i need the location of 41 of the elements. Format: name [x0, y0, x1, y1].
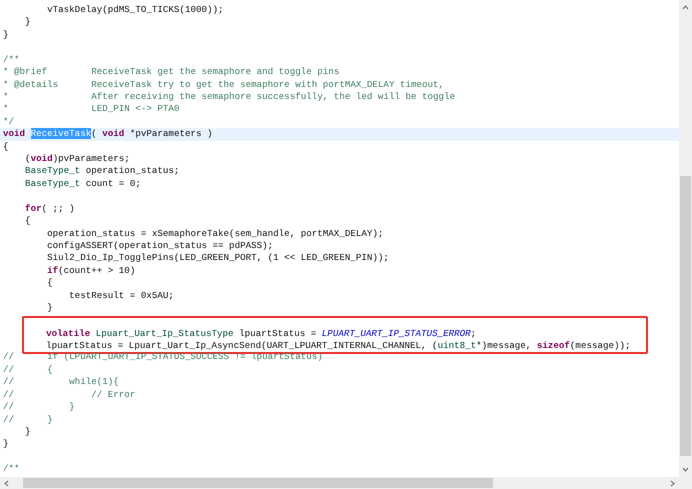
code-line: volatile Lpuart_Uart_Ip_StatusType lpuartStatus = LPUART_UART_IP_STATUS_ERROR; [45, 328, 478, 340]
code-line: BaseType_t operation_status; [24, 165, 180, 178]
code-line: (void)pvParameters; [24, 153, 131, 166]
code-line: } [2, 28, 10, 42]
code-line: BaseType_t count = 0; [24, 178, 142, 190]
code-line: } [24, 426, 32, 438]
code-line: configASSERT(operation_status == pdPASS); [46, 240, 274, 252]
code-line: } [24, 16, 32, 29]
code-line: lpuartStatus = Lpuart_Uart_Ip_AsyncSend(UART_LPUART_INTERNAL_CHANNEL, (uint8_t*)message, sizeof(message)); [45, 340, 632, 352]
horizontal-scrollbar[interactable] [0, 477, 679, 489]
code-line: { [2, 140, 10, 154]
code-line: for( ;; ) [24, 202, 76, 216]
code-line: * After receiving the semaphore successfully, the led will be toggle [2, 90, 456, 104]
code-line: testResult = 0x5AU; [68, 290, 175, 302]
code-line: // } [2, 401, 76, 414]
code-line: // } [2, 414, 54, 426]
code-line: * @details ReceiveTask try to get the semaphore with portMAX_DELAY timeout, [2, 78, 446, 91]
vertical-scrollbar[interactable] [679, 0, 692, 477]
code-line: if(count++ > 10) [46, 264, 136, 278]
code-line: /** [2, 463, 21, 476]
code-line: */ [2, 116, 16, 128]
code-line: } [2, 438, 10, 451]
scroll-right-icon[interactable] [670, 480, 675, 486]
code-line: operation_status = xSemaphoreTake(sem_handle, portMAX_DELAY); [46, 228, 384, 240]
code-line: // if (LPUART_UART_IP_STATUS_SUCCESS != lpuartStatus) [2, 351, 324, 364]
code-line: { [46, 277, 54, 290]
code-line: * LED_PIN <-> PTA0 [2, 103, 180, 116]
code-line: * @brief ReceiveTask get the semaphore and toggle pins [2, 66, 340, 79]
scroll-left-icon[interactable] [4, 480, 9, 486]
code-line: vTaskDelay(pdMS_TO_TICKS(1000)); [46, 4, 225, 16]
code-line: /** [2, 54, 21, 66]
code-line: } [46, 302, 54, 315]
scroll-down-icon[interactable] [682, 467, 689, 472]
code-line: // // Error [2, 388, 136, 402]
code-line: Siul2_Dio_Ip_TogglePins(LED_GREEN_PORT, (1 << LED_GREEN_PIN)); [46, 252, 390, 265]
scroll-up-icon[interactable] [682, 5, 689, 10]
scrollbar-thumb[interactable] [23, 478, 493, 488]
code-line: { [24, 215, 32, 228]
scrollbar-thumb[interactable] [680, 176, 691, 456]
code-line: // { [2, 364, 54, 376]
code-line: // while(1){ [2, 376, 120, 389]
